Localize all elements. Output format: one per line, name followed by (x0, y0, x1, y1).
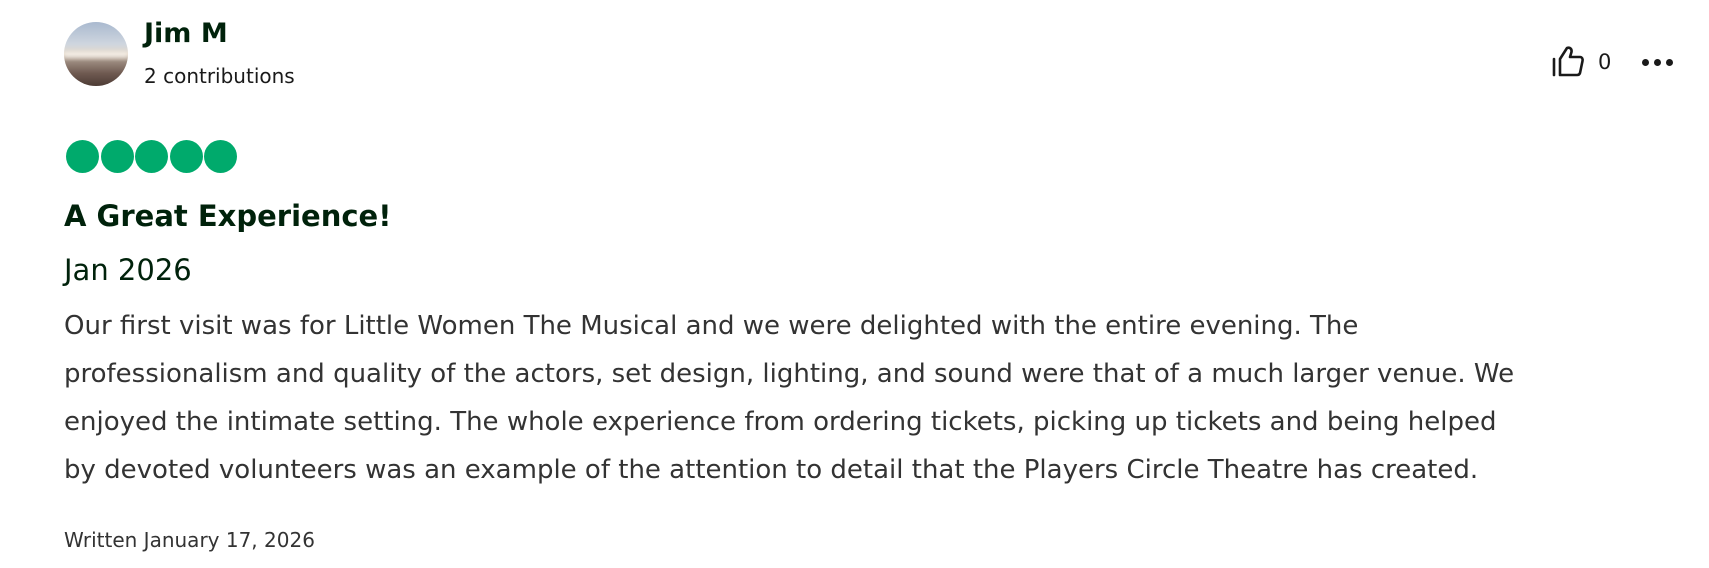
review-body-line: by devoted volunteers was an example of … (64, 455, 1479, 485)
rating-bubbles (66, 140, 239, 173)
thumbs-up-icon (1552, 46, 1584, 77)
rating-bubble-icon (100, 140, 134, 173)
more-options-icon-dot (1665, 58, 1673, 66)
review-body-line: professionalism and quality of the actor… (64, 359, 1515, 389)
review-body-line: enjoyed the intimate setting. The whole … (64, 407, 1497, 437)
written-date: Written January 17, 2026 (64, 528, 315, 552)
visit-date: Jan 2026 (64, 253, 192, 287)
review-card: Jim M 2 contributions 0 A Great Experien… (0, 0, 1709, 568)
rating-bubble-icon (204, 140, 237, 173)
author-contributions: 2 contributions (144, 64, 295, 88)
rating-bubble-icon (66, 140, 99, 173)
review-title[interactable]: A Great Experience! (64, 196, 391, 236)
rating-bubble-icon (135, 140, 168, 173)
more-options-button[interactable] (1637, 44, 1677, 80)
more-options-icon-dot (1653, 58, 1661, 66)
helpful-count: 0 (1598, 50, 1612, 74)
rating-bubble-icon (169, 140, 203, 173)
avatar[interactable] (64, 22, 128, 86)
author-name[interactable]: Jim M (144, 16, 228, 52)
more-options-icon (1641, 58, 1649, 66)
helpful-vote-button[interactable]: 0 (1550, 42, 1611, 82)
review-body: Our first visit was for Little Women The… (64, 302, 1684, 494)
review-body-line: Our first visit was for Little Women The… (64, 311, 1359, 341)
